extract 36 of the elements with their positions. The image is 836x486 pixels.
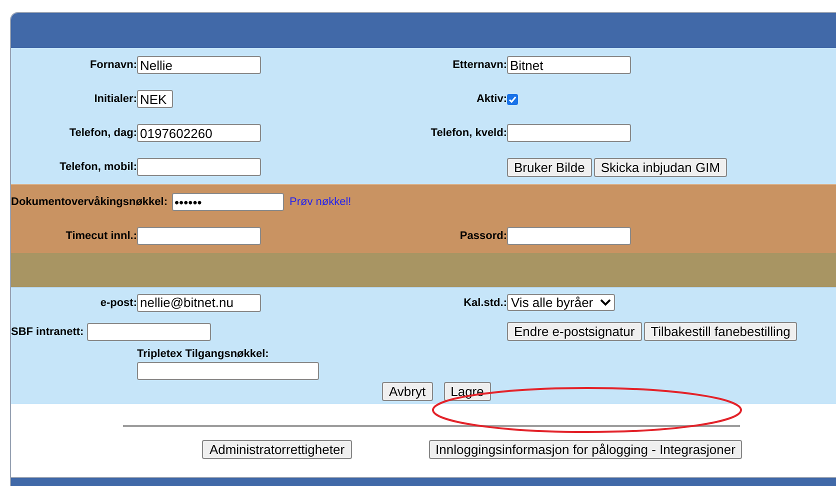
field-label: Etternavn: [452, 59, 507, 71]
text-field[interactable]: Nellie [137, 56, 261, 74]
text-field[interactable] [507, 227, 631, 245]
field-label: SBF intranett: [11, 326, 84, 338]
form-button[interactable]: Tilbakestill fanebestilling [644, 322, 798, 341]
text-field[interactable]: nellie@bitnet.nu [137, 294, 261, 312]
text-field[interactable] [137, 227, 261, 245]
field-label: Kal.std.: [462, 296, 507, 308]
form-button[interactable]: Skicka inbjudan GIM [594, 158, 728, 176]
field-label: Telefon, dag: [68, 127, 137, 139]
form-button[interactable]: Bruker Bilde [507, 158, 592, 176]
field-label: Fornavn: [88, 59, 137, 71]
text-field[interactable] [137, 158, 261, 176]
form-button[interactable]: Avbryt [382, 382, 433, 401]
text-field[interactable]: NEK [137, 90, 173, 108]
form-button[interactable]: Innloggingsinformasjon for pålogging - Integrasjoner [428, 440, 742, 459]
chevron-down-icon [600, 299, 611, 306]
form-button[interactable]: Endre e-postsignatur [507, 322, 642, 341]
text-field[interactable]: •••••• [172, 193, 284, 211]
calendar-dropdown[interactable]: Vis alle byråer [507, 294, 615, 311]
field-label: Dokumentovervåkingsnøkkel: [11, 196, 168, 208]
checkbox[interactable] [507, 94, 518, 104]
field-label: Passord: [458, 230, 507, 242]
field-label: e-post: [99, 296, 137, 308]
field-label: Telefon, kveld: [430, 127, 507, 139]
text-field[interactable] [137, 362, 319, 380]
field-label: Initialer: [93, 93, 137, 105]
text-field[interactable]: 0197602260 [137, 124, 261, 142]
field-label: Aktiv: [475, 93, 507, 105]
text-field[interactable]: Bitnet [507, 56, 631, 74]
text-field[interactable] [507, 124, 631, 142]
form-button[interactable]: Administratorrettigheter [202, 440, 352, 459]
field-label: Tripletex Tilgangsnøkkel: [137, 348, 270, 360]
field-label: Timecut innl.: [64, 230, 137, 242]
field-label: Telefon, mobil: [58, 161, 137, 173]
text-field[interactable] [86, 322, 211, 340]
